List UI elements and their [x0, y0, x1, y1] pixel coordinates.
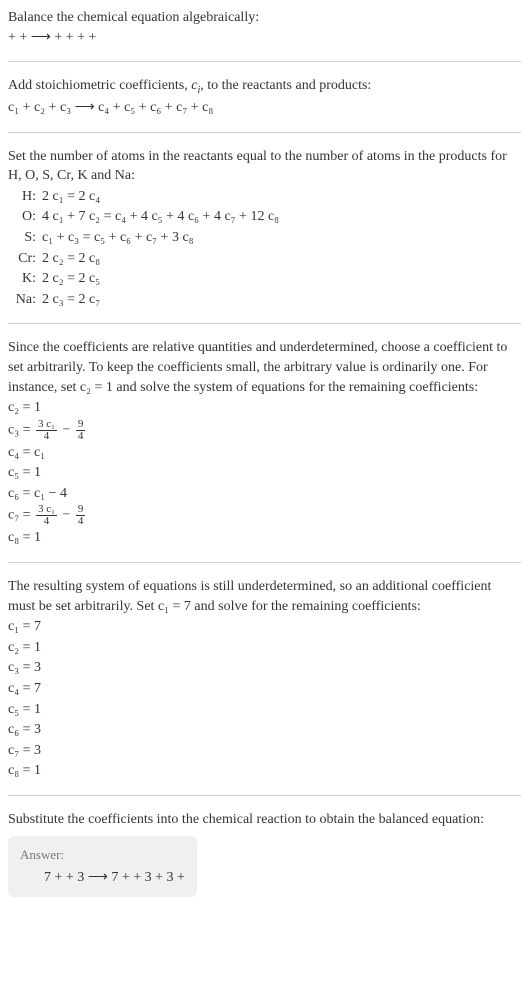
atom-eq-o: 4 c₁ + 7 c₂ = c₄ + 4 c₅ + 4 c₆ + 4 c₇ + …	[42, 207, 521, 227]
atom-label-o: O:	[8, 207, 42, 227]
frac-num: 9	[76, 419, 86, 431]
stoich-text-part1: Add stoichiometric coefficients,	[8, 78, 191, 93]
stoich-text-part2: , to the reactants and products:	[200, 78, 371, 93]
coef-line: c₈ = 1	[8, 761, 521, 781]
atom-label-k: K:	[8, 269, 42, 289]
coef-c4: c₄ = c₁	[8, 443, 521, 463]
under1-coefs: c₂ = 1 c₃ = 3 c₁4 − 94 c₄ = c₁ c₅ = 1 c₆…	[8, 398, 521, 548]
answer-eq: 7 + + 3 ⟶ 7 + + 3 + 3 +	[20, 868, 185, 888]
c3-mid: −	[59, 422, 74, 437]
atom-label-h: H:	[8, 187, 42, 207]
coef-line: c₅ = 1	[8, 700, 521, 720]
subst-text: Substitute the coefficients into the che…	[8, 810, 521, 830]
atom-eq-na: 2 c₃ = 2 c₇	[42, 290, 521, 310]
divider	[8, 562, 521, 563]
coef-line: c₁ = 7	[8, 617, 521, 637]
coef-line: c₂ = 1	[8, 638, 521, 658]
under1-text: Since the coefficients are relative quan…	[8, 338, 521, 397]
stoich-text: Add stoichiometric coefficients, ci, to …	[8, 76, 521, 98]
frac-den: 4	[76, 516, 86, 527]
c3-pre: c₃ =	[8, 422, 34, 437]
ci-symbol: ci	[191, 78, 200, 93]
atom-eq-s: c₁ + c₃ = c₅ + c₆ + c₇ + 3 c₈	[42, 228, 521, 248]
c7-pre: c₇ =	[8, 508, 34, 523]
atom-eq-cr: 2 c₂ = 2 c₈	[42, 249, 521, 269]
divider	[8, 323, 521, 324]
coef-c7: c₇ = 3 c₁4 − 94	[8, 504, 521, 527]
coef-line: c₆ = 3	[8, 720, 521, 740]
intro-line2: + + ⟶ + + + +	[8, 28, 521, 48]
under2-coefs: c₁ = 7 c₂ = 1 c₃ = 3 c₄ = 7 c₅ = 1 c₆ = …	[8, 617, 521, 781]
coef-line: c₇ = 3	[8, 741, 521, 761]
coef-c6: c₆ = c₁ − 4	[8, 484, 521, 504]
intro-line1: Balance the chemical equation algebraica…	[8, 8, 521, 28]
atom-label-s: S:	[8, 228, 42, 248]
atoms-text: Set the number of atoms in the reactants…	[8, 147, 521, 186]
atom-eq-h: 2 c₁ = 2 c₄	[42, 187, 521, 207]
divider	[8, 795, 521, 796]
coef-line: c₄ = 7	[8, 679, 521, 699]
frac-9-4: 94	[76, 419, 86, 442]
divider	[8, 61, 521, 62]
answer-box: Answer: 7 + + 3 ⟶ 7 + + 3 + 3 +	[8, 836, 197, 898]
stoich-eq: c₁ + c₂ + c₃ ⟶ c₄ + c₅ + c₆ + c₇ + c₈	[8, 98, 521, 118]
frac-9-4b: 94	[76, 504, 86, 527]
frac-den: 4	[36, 516, 57, 527]
coef-line: c₃ = 3	[8, 658, 521, 678]
answer-label: Answer:	[20, 846, 185, 864]
divider	[8, 132, 521, 133]
atom-eq-k: 2 c₂ = 2 c₅	[42, 269, 521, 289]
coef-c3: c₃ = 3 c₁4 − 94	[8, 419, 521, 442]
frac-3c1-4: 3 c₁4	[36, 419, 57, 442]
frac-den: 4	[76, 431, 86, 442]
frac-3c1-4b: 3 c₁4	[36, 504, 57, 527]
coef-c2: c₂ = 1	[8, 398, 521, 418]
c7-mid: −	[59, 508, 74, 523]
coef-c8: c₈ = 1	[8, 528, 521, 548]
under2-text: The resulting system of equations is sti…	[8, 577, 521, 616]
coef-c5: c₅ = 1	[8, 463, 521, 483]
frac-den: 4	[36, 431, 57, 442]
atom-label-na: Na:	[8, 290, 42, 310]
frac-num: 3 c₁	[36, 419, 57, 431]
atom-label-cr: Cr:	[8, 249, 42, 269]
